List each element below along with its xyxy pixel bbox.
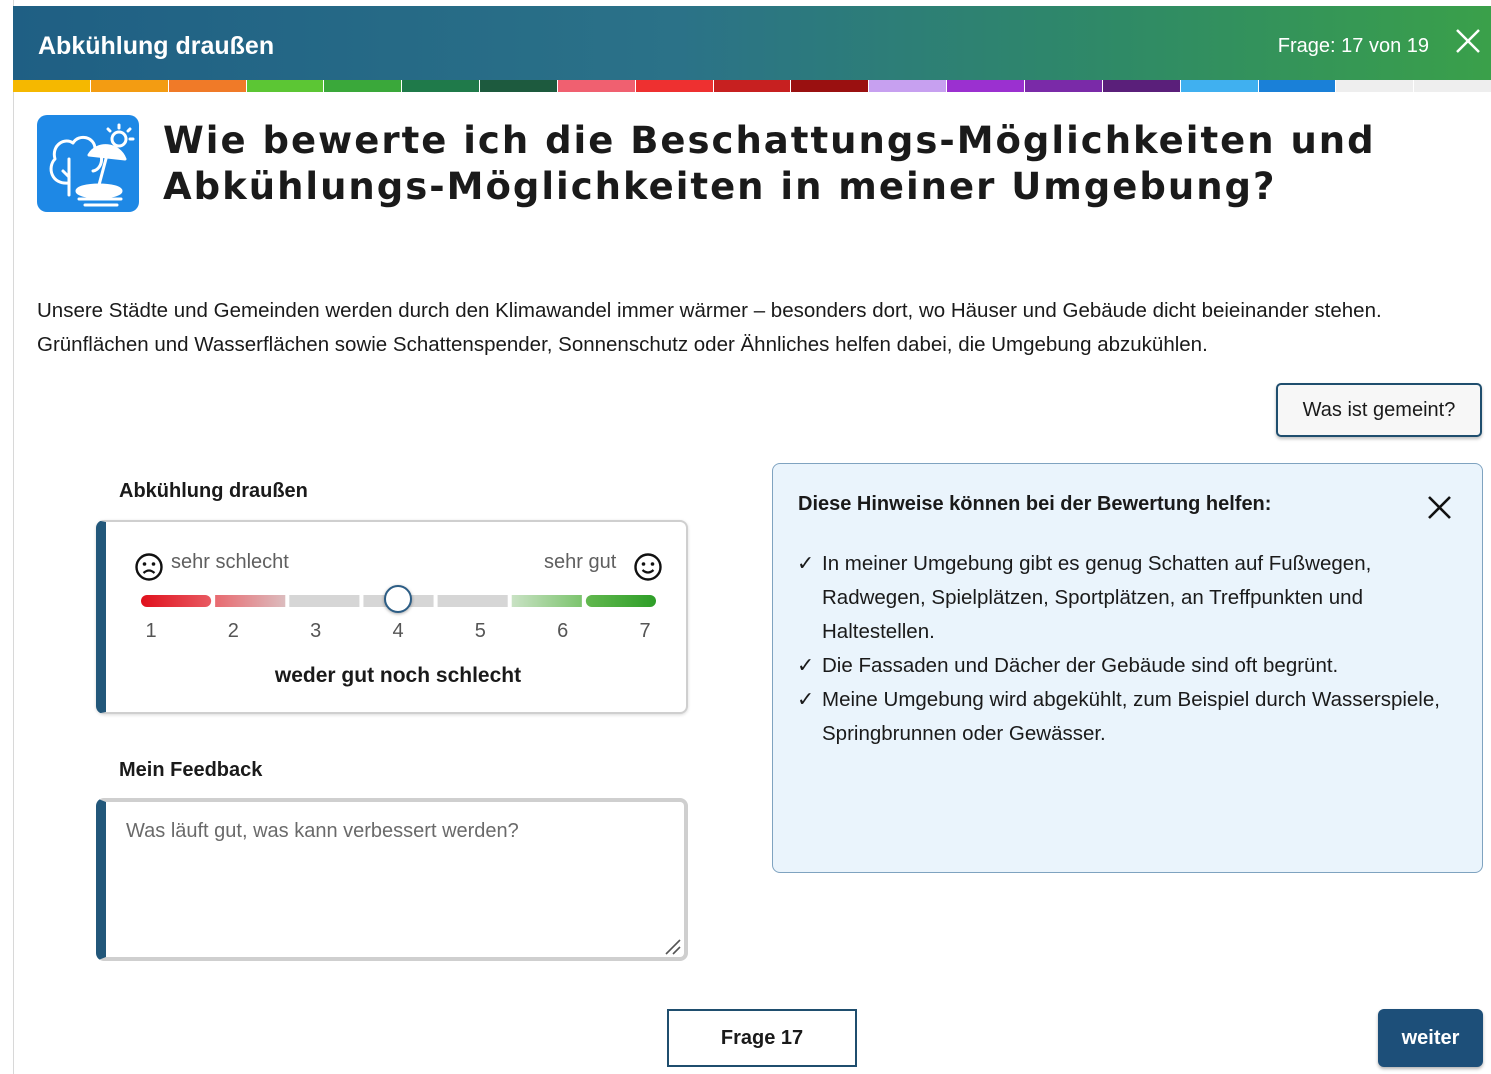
progress-segment bbox=[1336, 80, 1414, 92]
progress-segment bbox=[90, 80, 168, 92]
hints-list: ✓ In meiner Umgebung gibt es genug Schatt… bbox=[797, 547, 1447, 751]
progress-segment bbox=[869, 80, 947, 92]
question-intro: Unsere Städte und Gemeinden werden durch… bbox=[37, 299, 1382, 356]
progress-segment bbox=[557, 80, 635, 92]
progress-segment bbox=[168, 80, 246, 92]
rating-slider-thumb[interactable] bbox=[384, 585, 412, 613]
checkmark-icon: ✓ bbox=[797, 552, 815, 575]
hints-title: Diese Hinweise können bei der Bewertung … bbox=[798, 493, 1272, 515]
hint-item: ✓ Meine Umgebung wird abgekühlt, zum Beis… bbox=[797, 683, 1447, 751]
feedback-textarea[interactable] bbox=[96, 798, 688, 961]
slider-segment bbox=[437, 595, 508, 607]
checkmark-icon: ✓ bbox=[797, 654, 815, 677]
progress-segment bbox=[402, 80, 480, 92]
progress-segment bbox=[713, 80, 791, 92]
rating-tick: 3 bbox=[310, 620, 322, 642]
rating-tick: 2 bbox=[227, 620, 239, 642]
slider-segment bbox=[585, 595, 656, 607]
rating-label: Abkühlung draußen bbox=[119, 480, 308, 502]
rating-high-label: sehr gut bbox=[544, 551, 617, 573]
window-left-border bbox=[0, 0, 14, 1074]
happy-face-icon bbox=[634, 553, 662, 581]
header-bar: Abkühlung draußen Frage: 17 von 19 bbox=[13, 6, 1491, 80]
progress-segment bbox=[791, 80, 869, 92]
progress-segment bbox=[1180, 80, 1258, 92]
rating-tick: 1 bbox=[145, 620, 157, 642]
progress-segment bbox=[480, 80, 557, 92]
checkmark-icon: ✓ bbox=[797, 688, 815, 711]
progress-segment bbox=[1258, 80, 1336, 92]
sad-face-icon bbox=[135, 553, 163, 581]
progress-segment bbox=[324, 80, 402, 92]
slider-segment bbox=[289, 595, 360, 607]
question-number-button[interactable]: Frage 17 bbox=[667, 1009, 857, 1067]
progress-segment bbox=[947, 80, 1024, 92]
rating-tick: 7 bbox=[639, 620, 651, 642]
progress-segment bbox=[1024, 80, 1102, 92]
question-title: Wie bewerte ich die Beschattungs-Möglich… bbox=[163, 119, 1376, 208]
next-button[interactable]: weiter bbox=[1378, 1009, 1483, 1067]
progress-segment bbox=[1414, 80, 1491, 92]
feedback-label: Mein Feedback bbox=[119, 759, 263, 781]
progress-segment bbox=[13, 80, 90, 92]
hint-item: ✓ In meiner Umgebung gibt es genug Schatt… bbox=[797, 547, 1447, 649]
rating-tick: 5 bbox=[474, 620, 486, 642]
rating-low-label: sehr schlecht bbox=[171, 551, 289, 573]
hint-item: ✓ Die Fassaden und Dächer der Gebäude sin… bbox=[797, 649, 1447, 683]
progress-segment bbox=[1102, 80, 1180, 92]
slider-segment bbox=[215, 595, 286, 607]
resize-grip-icon[interactable] bbox=[663, 937, 681, 955]
progress-segment bbox=[246, 80, 324, 92]
hint-text: Die Fassaden und Dächer der Gebäude sind… bbox=[822, 654, 1339, 677]
slider-segment bbox=[141, 595, 212, 607]
hint-text: Meine Umgebung wird abgekühlt, zum Beisp… bbox=[822, 688, 1440, 745]
close-icon[interactable] bbox=[1453, 26, 1483, 56]
hints-close-icon[interactable] bbox=[1426, 494, 1453, 521]
rating-tick: 6 bbox=[557, 620, 569, 642]
rating-tick: 4 bbox=[392, 620, 404, 642]
what-is-meant-button[interactable]: Was ist gemeint? bbox=[1276, 383, 1482, 437]
slider-segment bbox=[511, 595, 582, 607]
question-counter: Frage: 17 von 19 bbox=[1277, 35, 1429, 57]
progress-segment bbox=[635, 80, 713, 92]
header-title: Abkühlung draußen bbox=[38, 32, 275, 60]
progress-segments bbox=[13, 80, 1491, 92]
rating-value-label: weder gut noch schlecht bbox=[274, 664, 522, 687]
hint-text: In meiner Umgebung gibt es genug Schatte… bbox=[822, 552, 1372, 643]
shade-tree-umbrella-icon bbox=[37, 115, 139, 212]
